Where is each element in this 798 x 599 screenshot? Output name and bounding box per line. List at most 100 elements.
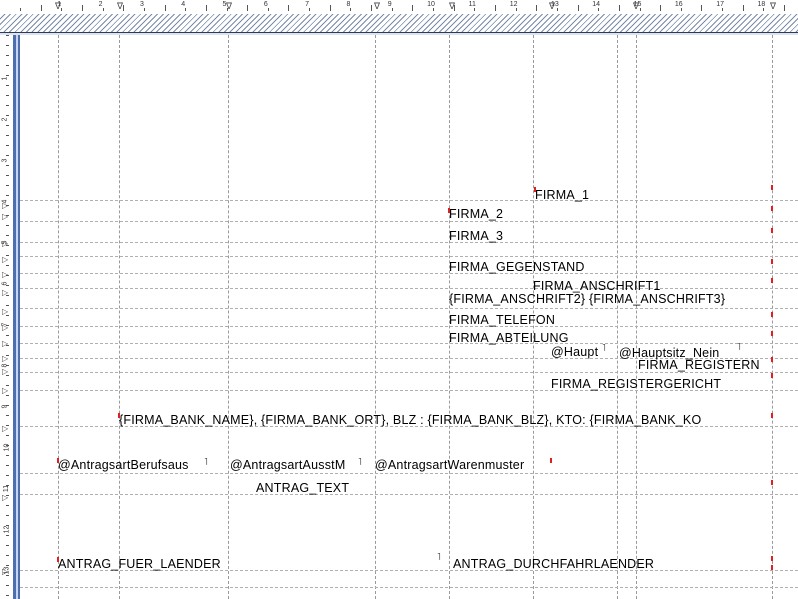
tab-stop-marker[interactable]: ∇ (549, 2, 555, 11)
selection-handle[interactable] (534, 187, 536, 192)
ruler-number: 12 (3, 525, 11, 534)
field-antrag-durchfahrlaender[interactable]: ANTRAG_DURCHFAHRLAENDER (453, 557, 654, 571)
ruler-number: 9 (1, 404, 9, 409)
ruler-number: 14 (592, 1, 601, 8)
row-marker[interactable]: ▷ (2, 340, 8, 348)
row-marker[interactable]: ▷ (2, 355, 8, 363)
selection-handle[interactable] (771, 228, 773, 233)
selection-handle[interactable] (771, 206, 773, 211)
row-marker[interactable]: ▷ (2, 289, 8, 297)
ruler-tick (6, 115, 9, 116)
field-firma-registergericht[interactable]: FIRMA_REGISTERGERICHT (551, 377, 721, 391)
selection-handle[interactable] (771, 312, 773, 317)
ruler-tick (329, 5, 331, 11)
tab-stop-marker[interactable]: ∇ (449, 2, 455, 11)
horizontal-guide (20, 587, 798, 588)
ruler-tick (6, 505, 9, 506)
selection-handle[interactable] (771, 331, 773, 336)
field-firma-anschrift2-3[interactable]: {FIRMA_ANSCHRIFT2} {FIRMA_ANSCHRIFT3} (449, 292, 725, 306)
tab-stop-marker[interactable]: ∇ (226, 2, 232, 11)
row-marker[interactable]: ▷ (2, 425, 8, 433)
row-marker[interactable]: ▷ (2, 368, 8, 376)
ruler-tick (288, 5, 290, 11)
selection-handle[interactable] (771, 480, 773, 485)
ruler-tick (350, 8, 352, 11)
field-firma-bank[interactable]: {FIRMA_BANK_NAME}, {FIRMA_BANK_ORT}, BLZ… (119, 413, 701, 427)
ruler-tick (536, 5, 538, 11)
ruler-tick (639, 8, 641, 11)
tab-stop-marker[interactable]: ∇ (117, 2, 123, 11)
field-antragsart-ausstm[interactable]: @AntragsartAusstM (230, 458, 345, 472)
field-firma-3[interactable]: FIRMA_3 (449, 229, 503, 243)
selection-handle[interactable] (550, 458, 552, 463)
selection-handle[interactable] (771, 373, 773, 378)
ruler-tick (660, 5, 662, 11)
horizontal-ruler[interactable]: 1 2 3 4 5 6 7 8 9 10 11 12 13 14 15 16 17 18 ∇ ∇ ∇ ∇ ∇ ∇ ∇ ∇ (0, 0, 798, 15)
section-selector-highlight (16, 35, 18, 599)
row-marker[interactable]: ▷ (2, 202, 8, 210)
ruler-tick (6, 305, 9, 306)
selection-handle[interactable] (771, 259, 773, 264)
selection-handle[interactable] (57, 557, 59, 562)
field-antragsart-warenmuster[interactable]: @AntragsartWarenmuster (375, 458, 524, 472)
row-marker[interactable]: ▷ (2, 494, 8, 502)
field-firma-anschrift1[interactable]: FIRMA_ANSCHRIFT1 (533, 279, 661, 293)
selection-handle[interactable] (57, 458, 59, 463)
ruler-tick (742, 5, 744, 11)
row-marker[interactable]: ▷ (2, 324, 8, 332)
ruler-tick (6, 395, 9, 396)
horizontal-guide (20, 288, 798, 289)
tab-stop-marker[interactable]: ∇ (633, 2, 639, 11)
ruler-number: 11 (3, 484, 11, 493)
selection-handle[interactable] (771, 556, 773, 561)
field-antrag-fuer-laender[interactable]: ANTRAG_FUER_LAENDER (58, 557, 221, 571)
field-firma-1[interactable]: FIRMA_1 (535, 188, 589, 202)
ruler-tick (556, 8, 558, 11)
row-marker[interactable]: ▷ (2, 568, 8, 576)
ruler-tick (6, 225, 9, 226)
row-marker[interactable]: ▷ (2, 387, 8, 395)
row-marker[interactable]: ▷ (2, 240, 8, 248)
selection-handle[interactable] (771, 357, 773, 362)
row-marker[interactable]: ▷ (2, 256, 8, 264)
field-firma-gegenstand[interactable]: FIRMA_GEGENSTAND (449, 260, 585, 274)
field-firma-abteilung[interactable]: FIRMA_ABTEILUNG (449, 331, 569, 345)
tab-stop-marker[interactable]: ∇ (770, 2, 776, 11)
selection-handle[interactable] (448, 208, 450, 213)
field-antragsart-berufsaus[interactable]: @AntragsartBerufsaus (58, 458, 189, 472)
selection-handle[interactable] (771, 413, 773, 418)
ruler-tick (6, 465, 9, 466)
ruler-tick (6, 515, 9, 516)
selection-handle[interactable] (771, 185, 773, 190)
field-haupt[interactable]: @Haupt (551, 345, 598, 359)
ruler-tick (701, 5, 703, 11)
ruler-number: 8 (346, 1, 351, 8)
ruler-tick (123, 5, 125, 11)
field-firma-registern[interactable]: FIRMA_REGISTERN (638, 358, 760, 372)
field-firma-2[interactable]: FIRMA_2 (449, 207, 503, 221)
ruler-tick (40, 5, 42, 11)
ruler-tick (6, 165, 9, 166)
ruler-tick (474, 8, 476, 11)
field-firma-telefon[interactable]: FIRMA_TELEFON (449, 313, 555, 327)
row-marker[interactable]: ▷ (2, 308, 8, 316)
report-design-surface[interactable]: FIRMA_1 FIRMA_2 FIRMA_3 FIRMA_GEGENSTAND… (20, 35, 798, 599)
ruler-number: 1 (1, 76, 9, 81)
ruler-tick (81, 5, 83, 11)
selection-handle[interactable] (771, 278, 773, 283)
ruler-tick (267, 8, 269, 11)
ruler-tick (6, 185, 9, 186)
selection-handle[interactable] (771, 565, 773, 570)
ruler-tick (391, 8, 393, 11)
ruler-tick (6, 265, 9, 266)
ruler-tick (680, 8, 682, 11)
row-marker[interactable]: ▷ (2, 213, 8, 221)
field-antrag-text[interactable]: ANTRAG_TEXT (256, 481, 349, 495)
tab-stop-marker[interactable]: ∇ (55, 2, 61, 11)
ruler-tick (61, 8, 63, 11)
ruler-tick (6, 585, 9, 586)
ruler-tick (247, 5, 249, 11)
selection-handle[interactable] (118, 413, 120, 418)
tab-stop-marker[interactable]: ∇ (374, 2, 380, 11)
row-marker[interactable]: ▷ (2, 271, 8, 279)
